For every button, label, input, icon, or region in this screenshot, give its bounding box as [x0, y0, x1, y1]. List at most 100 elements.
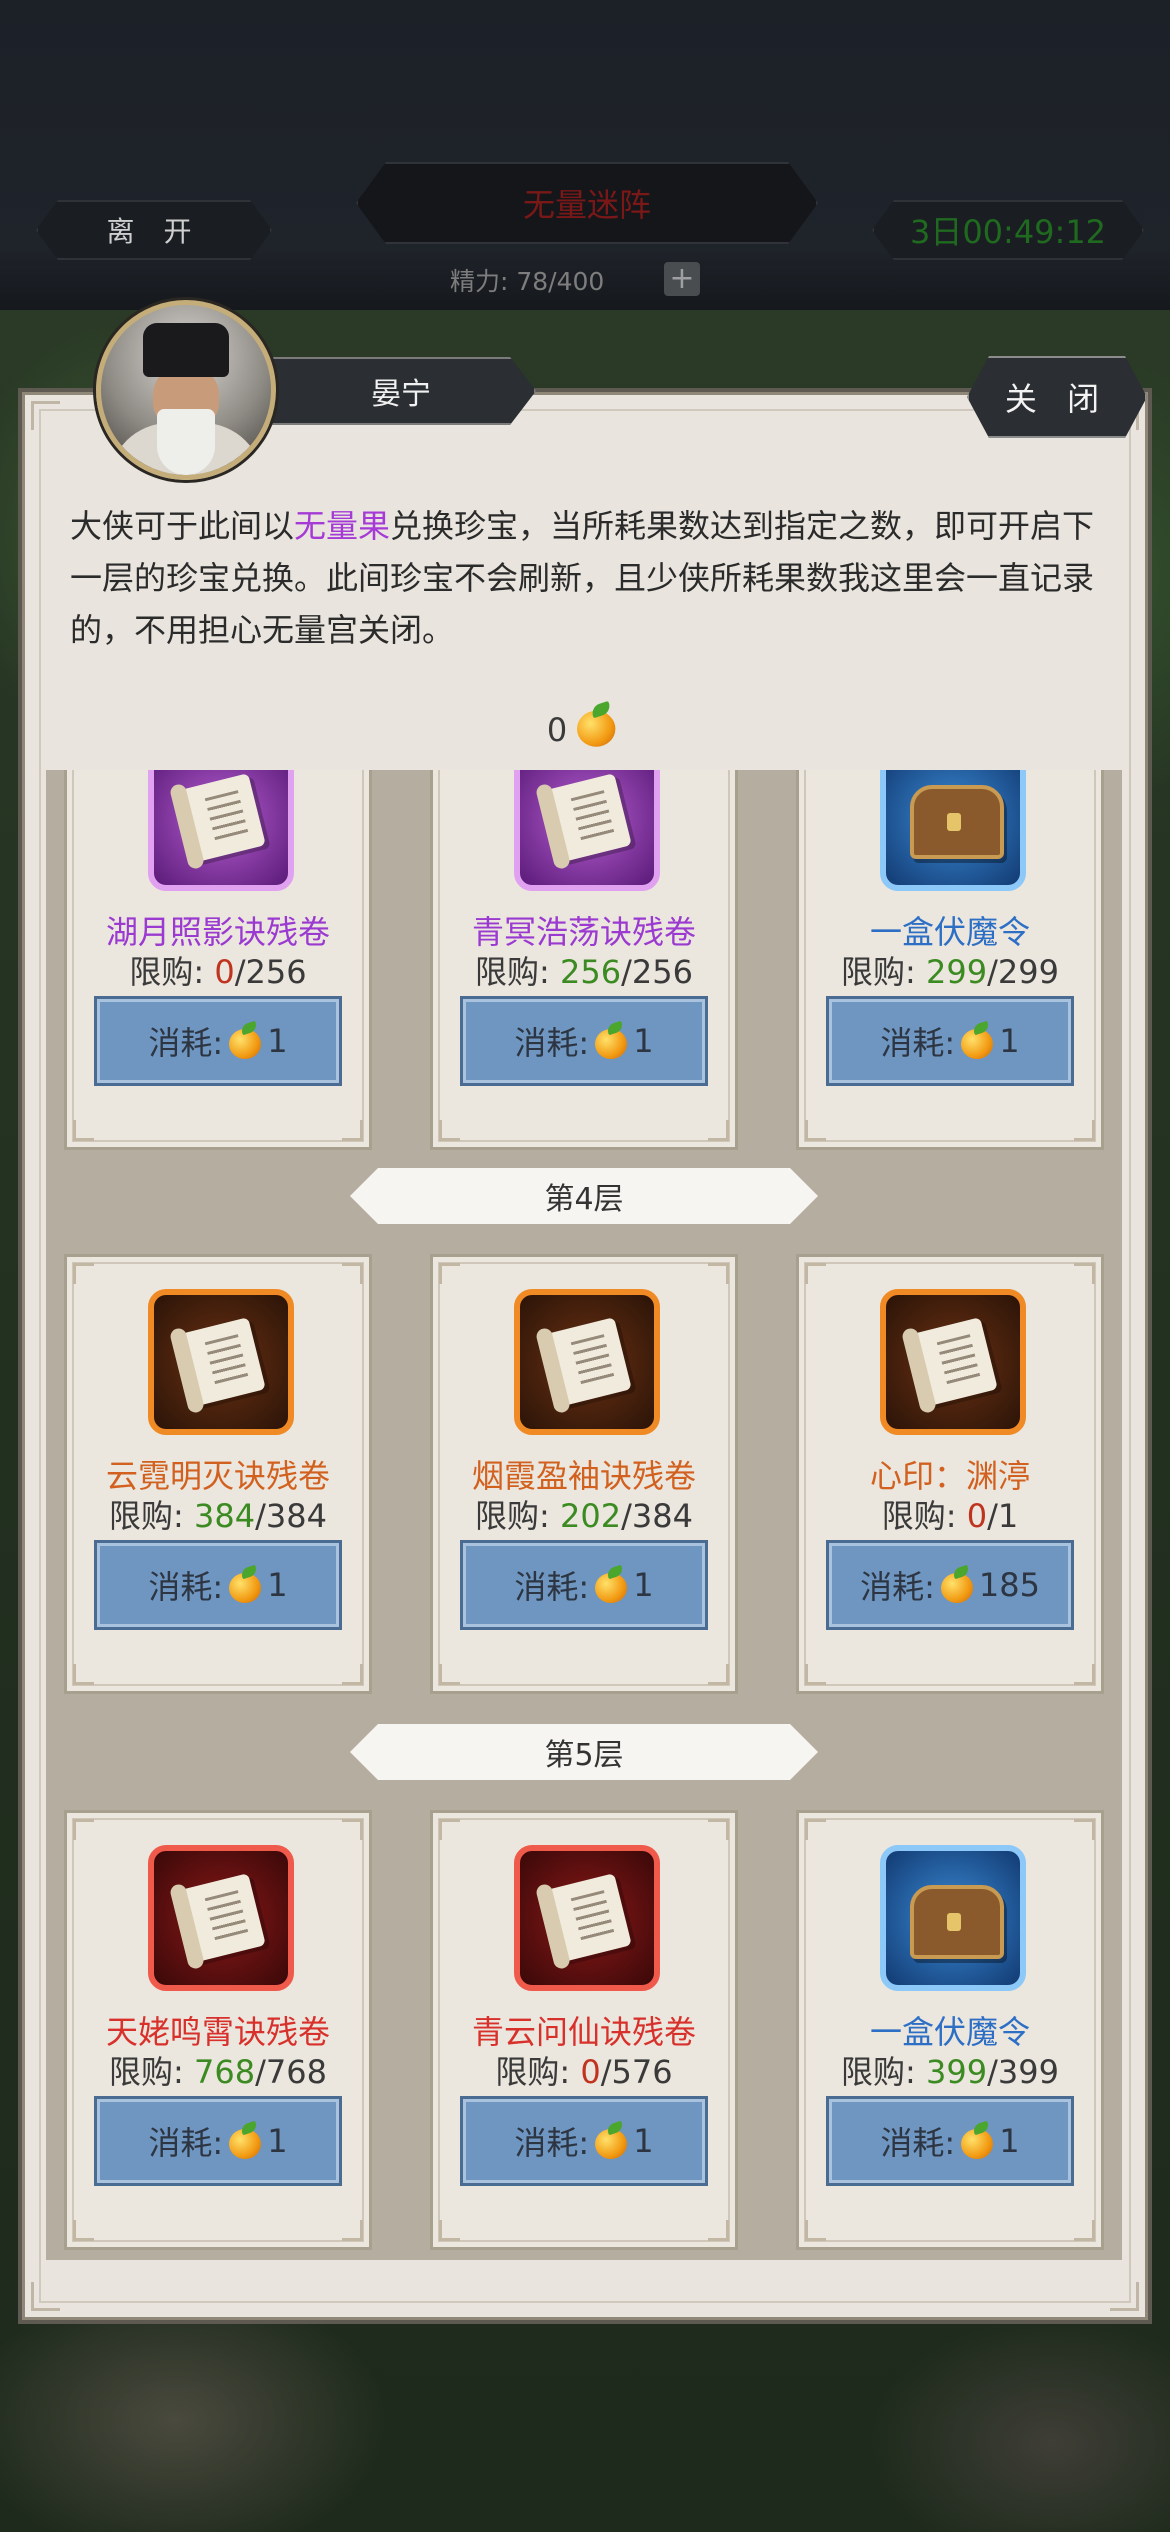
- scroll-icon[interactable]: [148, 770, 294, 891]
- corner-ornament: [73, 2220, 94, 2241]
- cost-label: 消耗:: [860, 1568, 935, 1606]
- corner-ornament: [805, 1664, 826, 1685]
- exchange-button[interactable]: 消耗: 1: [460, 1540, 708, 1630]
- scroll-icon-art: [176, 1317, 266, 1407]
- cost-value: 1: [267, 2122, 288, 2160]
- purchase-limit: 限购: 202/384: [433, 1491, 735, 1537]
- corner-ornament: [1110, 2282, 1139, 2311]
- shop-item-card[interactable]: 一盒伏魔令 限购: 399/399 消耗: 1: [796, 1810, 1104, 2250]
- fruit-icon: [227, 2123, 263, 2159]
- chest-icon[interactable]: [880, 770, 1026, 891]
- energy-counter: 精力: 78/400: [450, 267, 605, 296]
- limit-current: 384: [194, 1497, 256, 1535]
- fruit-icon: [593, 1567, 629, 1603]
- page-title-text: 无量迷阵: [522, 186, 651, 224]
- floor-banner: 第4层: [350, 1168, 818, 1224]
- limit-label: 限购:: [841, 953, 927, 991]
- shop-item-card[interactable]: 云霓明灭诀残卷 限购: 384/384 消耗: 1: [64, 1254, 372, 1694]
- shop-item-card[interactable]: 湖月照影诀残卷 限购: 0/256 消耗: 1: [64, 770, 372, 1150]
- shop-list[interactable]: 湖月照影诀残卷 限购: 0/256 消耗: 1 青冥浩荡诀残卷 限购: 256/256 消…: [46, 770, 1122, 2260]
- limit-label: 限购:: [881, 1497, 967, 1535]
- npc-description: 大侠可于此间以无量果兑换珍宝，当所耗果数达到指定之数，即可开启下一层的珍宝兑换。…: [70, 500, 1100, 656]
- fruit-icon: [959, 1023, 995, 1059]
- timer-text: 3日00:49:12: [909, 213, 1107, 251]
- scroll-icon[interactable]: [148, 1289, 294, 1435]
- add-energy-button[interactable]: +: [664, 262, 700, 296]
- scroll-icon[interactable]: [514, 770, 660, 891]
- fruit-balance: 0: [0, 708, 1170, 752]
- shop-item-card[interactable]: 天姥鸣霄诀残卷 限购: 768/768 消耗: 1: [64, 1810, 372, 2250]
- purchase-limit: 限购: 299/299: [799, 947, 1101, 993]
- purchase-limit: 限购: 0/256: [67, 947, 369, 993]
- corner-ornament: [342, 1664, 363, 1685]
- leave-button[interactable]: 离 开: [36, 200, 272, 260]
- exchange-button[interactable]: 消耗: 1: [826, 996, 1074, 1086]
- cost-value: 1: [633, 2122, 654, 2160]
- limit-current: 0: [966, 1497, 988, 1535]
- limit-current: 0: [580, 2053, 601, 2091]
- corner-ornament: [708, 2220, 729, 2241]
- leave-label: 离 开: [106, 215, 202, 248]
- purchase-limit: 限购: 256/256: [433, 947, 735, 993]
- scroll-icon[interactable]: [514, 1289, 660, 1435]
- close-button[interactable]: 关 闭: [967, 356, 1147, 438]
- page-title: 无量迷阵: [356, 162, 818, 244]
- shop-item-card[interactable]: 一盒伏魔令 限购: 299/299 消耗: 1: [796, 770, 1104, 1150]
- corner-ornament: [439, 1664, 460, 1685]
- fruit-icon: [575, 704, 628, 757]
- cost-label: 消耗:: [148, 1024, 224, 1062]
- scroll-icon[interactable]: [514, 1845, 660, 1991]
- corner-ornament: [805, 1819, 826, 1840]
- limit-label: 限购:: [109, 2053, 195, 2091]
- corner-ornament: [73, 1819, 94, 1840]
- corner-ornament: [342, 2220, 363, 2241]
- chest-icon-art: [910, 785, 1004, 859]
- purchase-limit: 限购: 0/1: [799, 1491, 1101, 1537]
- limit-max: /384: [255, 1497, 327, 1535]
- limit-current: 399: [926, 2053, 988, 2091]
- purchase-limit: 限购: 0/576: [433, 2047, 735, 2093]
- corner-ornament: [1074, 1120, 1095, 1141]
- purchase-limit: 限购: 399/399: [799, 2047, 1101, 2093]
- corner-ornament: [805, 2220, 826, 2241]
- scroll-icon-art: [542, 773, 632, 863]
- limit-current: 256: [560, 953, 622, 991]
- limit-max: /384: [621, 1497, 693, 1535]
- exchange-button[interactable]: 消耗: 1: [94, 1540, 342, 1630]
- corner-ornament: [73, 1263, 94, 1284]
- cost-value: 1: [267, 1022, 288, 1060]
- corner-ornament: [708, 1819, 729, 1840]
- desc-text-1: 大侠可于此间以: [70, 507, 295, 545]
- exchange-button[interactable]: 消耗: 1: [94, 996, 342, 1086]
- corner-ornament: [342, 1120, 363, 1141]
- scroll-icon[interactable]: [880, 1289, 1026, 1435]
- desc-highlight: 无量果: [294, 507, 391, 545]
- exchange-button[interactable]: 消耗: 1: [826, 2096, 1074, 2186]
- limit-current: 202: [560, 1497, 622, 1535]
- fruit-icon: [959, 2123, 995, 2159]
- chest-icon-art: [910, 1885, 1004, 1959]
- purchase-limit: 限购: 768/768: [67, 2047, 369, 2093]
- cost-value: 1: [999, 1022, 1020, 1060]
- scroll-icon-art: [908, 1317, 998, 1407]
- cost-label: 消耗:: [148, 2124, 224, 2162]
- limit-max: /1: [987, 1497, 1019, 1535]
- exchange-button[interactable]: 消耗: 185: [826, 1540, 1074, 1630]
- limit-max: /299: [987, 953, 1059, 991]
- shop-item-card[interactable]: 青冥浩荡诀残卷 限购: 256/256 消耗: 1: [430, 770, 738, 1150]
- fruit-icon: [593, 1023, 629, 1059]
- shop-item-card[interactable]: 青云问仙诀残卷 限购: 0/576 消耗: 1: [430, 1810, 738, 2250]
- scroll-icon-art: [176, 773, 266, 863]
- limit-max: /399: [987, 2053, 1059, 2091]
- exchange-button[interactable]: 消耗: 1: [460, 2096, 708, 2186]
- exchange-button[interactable]: 消耗: 1: [94, 2096, 342, 2186]
- exchange-button[interactable]: 消耗: 1: [460, 996, 708, 1086]
- corner-ornament: [342, 1263, 363, 1284]
- corner-ornament: [708, 1120, 729, 1141]
- fruit-icon: [227, 1567, 263, 1603]
- limit-max: /768: [255, 2053, 327, 2091]
- shop-item-card[interactable]: 烟霞盈袖诀残卷 限购: 202/384 消耗: 1: [430, 1254, 738, 1694]
- chest-icon[interactable]: [880, 1845, 1026, 1991]
- scroll-icon[interactable]: [148, 1845, 294, 1991]
- shop-item-card[interactable]: 心印：渊渟 限购: 0/1 消耗: 185: [796, 1254, 1104, 1694]
